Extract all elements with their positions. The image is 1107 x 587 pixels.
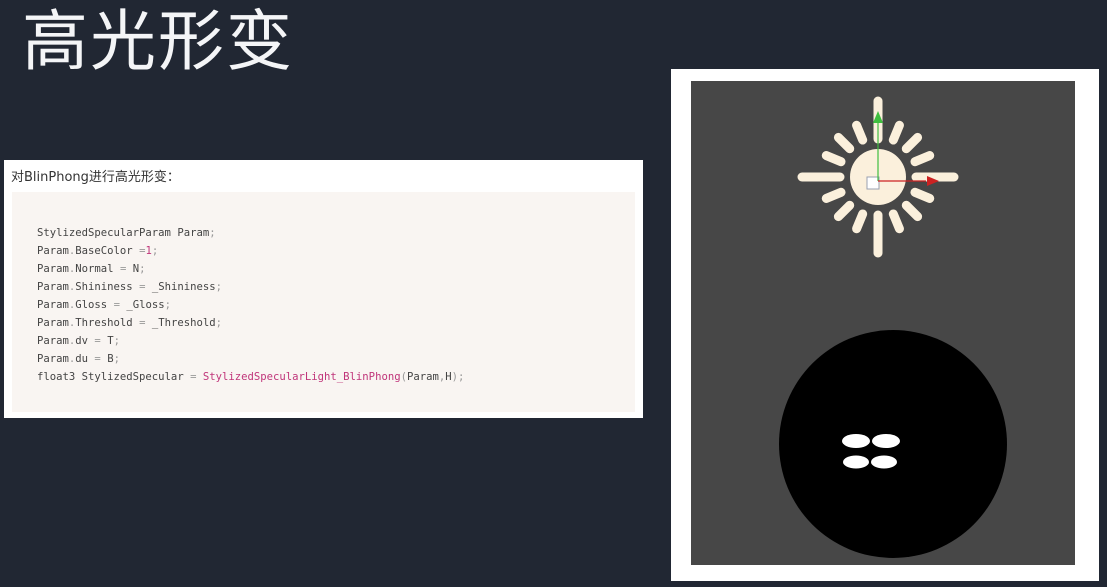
code-token: ; [151, 245, 159, 257]
code-token: Shininess [75, 281, 140, 293]
code-token: du [75, 353, 95, 365]
code-line: Param.du = B; [37, 350, 635, 368]
code-line: Param.Shininess = _Shininess; [37, 278, 635, 296]
code-line: Param.Threshold = _Threshold; [37, 314, 635, 332]
code-token: N [126, 263, 140, 275]
code-token: float3 StylizedSpecular [37, 371, 191, 383]
code-token: ; [209, 227, 216, 239]
sun-ray [821, 187, 846, 203]
sun-ray [833, 200, 855, 222]
code-token: Param [37, 335, 69, 347]
code-line: float3 StylizedSpecular = StylizedSpecul… [37, 368, 635, 386]
code-token: Param [406, 371, 439, 383]
code-token: Gloss [75, 299, 114, 311]
code-token: ; [164, 299, 171, 311]
sun-ray [888, 209, 904, 234]
code-line: Param.Gloss = _Gloss; [37, 296, 635, 314]
code-token: Param [37, 353, 69, 365]
code-token: ; [215, 281, 223, 293]
code-token: Param [37, 263, 69, 275]
code-token: BaseColor [75, 245, 140, 257]
code-token: Param [37, 281, 69, 293]
viewport-frame [671, 69, 1099, 581]
code-token: Threshold [75, 317, 140, 329]
code-line: Param.BaseColor =1; [37, 242, 635, 260]
code-token: Normal [75, 263, 120, 275]
code-line: StylizedSpecularParam Param; [37, 224, 635, 242]
code-token: _Threshold [145, 317, 216, 329]
code-token: dv [75, 335, 95, 347]
code-line: Param.Normal = N; [37, 260, 635, 278]
sun-ray [901, 200, 923, 222]
sun-ray [901, 132, 923, 154]
code-token: ; [139, 263, 146, 275]
doc-heading: 对BlinPhong进行高光形变： [11, 170, 180, 185]
sun-ray [833, 132, 855, 154]
slide-title: 高光形变 [22, 3, 294, 80]
code-block: StylizedSpecularParam Param; Param.BaseCo… [12, 192, 635, 412]
scene-svg [779, 96, 1007, 558]
code-token: T [100, 335, 114, 347]
code-token: StylizedSpecularLight_BlinPhong [202, 371, 401, 383]
document-panel: 对BlinPhong进行高光形变： StylizedSpecularParam … [4, 160, 643, 418]
code-token: B [100, 353, 114, 365]
code-token: ; [113, 335, 120, 347]
code-line: Param.dv = T; [37, 332, 635, 350]
code-token: StylizedSpecularParam Param [37, 227, 210, 239]
scene-viewport[interactable] [691, 81, 1075, 565]
sun-ray [821, 151, 846, 167]
code-token: ; [113, 353, 120, 365]
sun-ray [910, 151, 935, 167]
gizmo-center-handle[interactable] [866, 176, 880, 190]
code-token: Param [37, 299, 69, 311]
code-token: Param [37, 317, 69, 329]
sun-ray [852, 209, 868, 234]
sun-ray [852, 120, 868, 145]
code-token: ; [215, 317, 223, 329]
code-token: _Gloss [119, 299, 165, 311]
code-token: Param [37, 245, 69, 257]
code-token: _Shininess [145, 281, 216, 293]
sun-ray [910, 187, 935, 203]
code-token: ); [451, 371, 465, 383]
sun-ray [888, 120, 904, 145]
